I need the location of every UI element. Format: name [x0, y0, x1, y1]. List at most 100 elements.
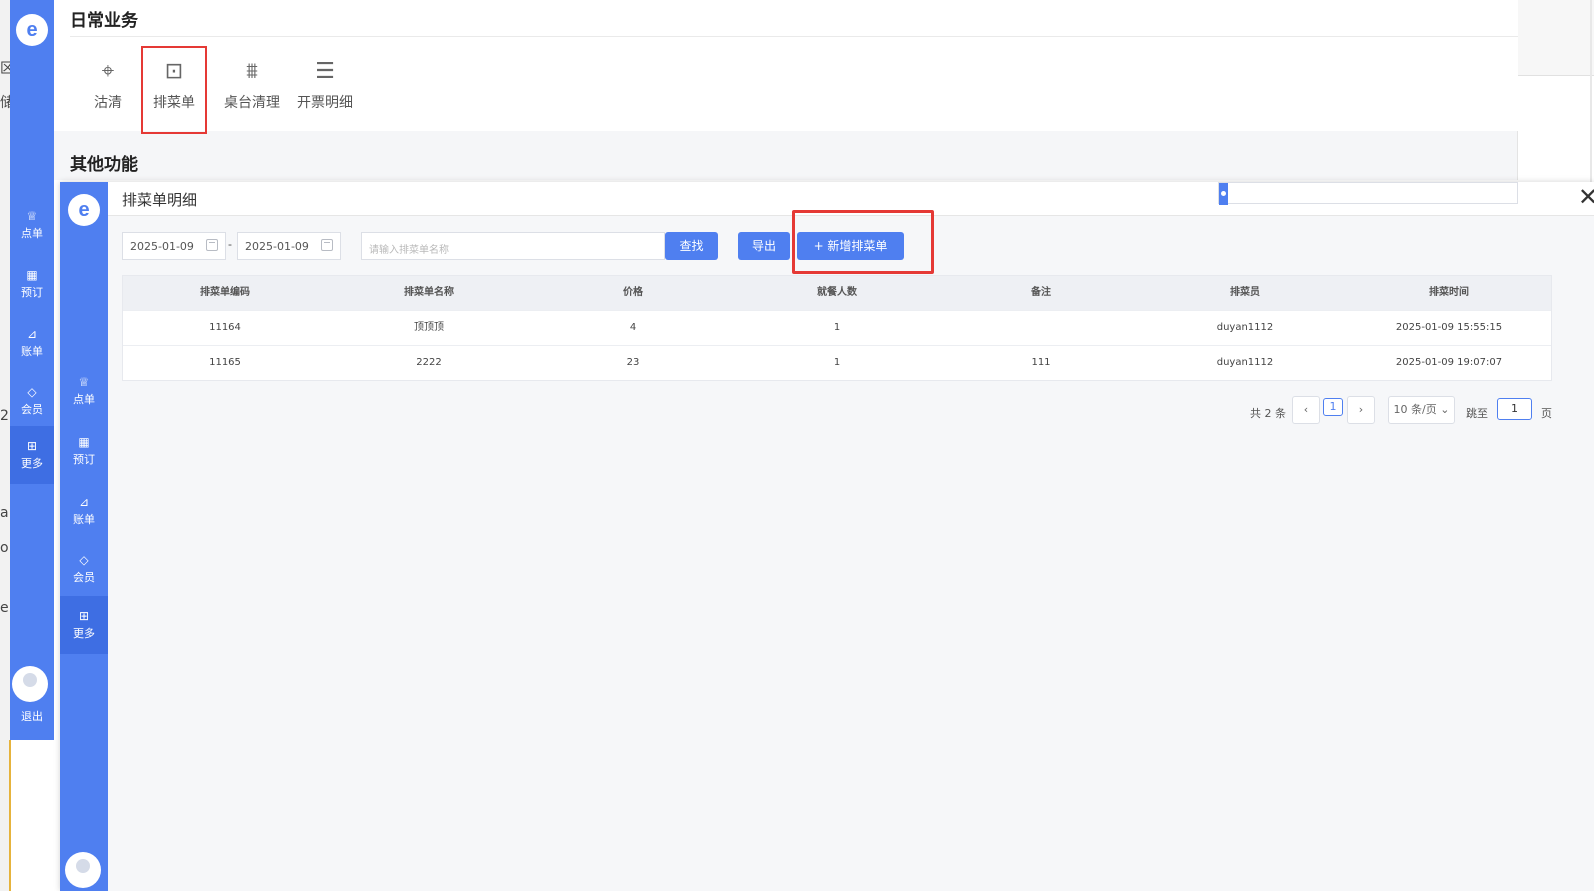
biz-item-table-cleanup[interactable]: ⩩ 桌台清理: [217, 52, 287, 132]
avatar[interactable]: [65, 852, 101, 888]
modal-sidebar: e ♕ 点单 ▦ 预订 ⊿ 账单 ◇ 会员 ⊞ 更多: [60, 182, 108, 891]
column-header[interactable]: 排菜单名称: [327, 276, 531, 310]
table-cell: 23: [626, 357, 640, 368]
table-cell: duyan1112: [1216, 357, 1274, 368]
start-date-picker[interactable]: 2025-01-09: [122, 232, 226, 260]
nav-item-order[interactable]: ♕ 点单: [10, 196, 54, 254]
table-cell: 1: [833, 322, 841, 333]
nav-item-booking[interactable]: ▦ 预订: [60, 422, 108, 480]
end-date-value: 2025-01-09: [245, 240, 309, 253]
nav-label: 会员: [73, 571, 95, 584]
nav-item-members[interactable]: ◇ 会员: [10, 372, 54, 430]
nav-item-more[interactable]: ⊞ 更多: [60, 596, 108, 654]
app-logo: e: [68, 194, 100, 226]
column-header[interactable]: 排菜员: [1143, 276, 1347, 310]
search-button[interactable]: 查找: [665, 232, 718, 260]
background-text: e: [0, 600, 9, 616]
next-page-button[interactable]: ›: [1347, 396, 1375, 424]
divider: [9, 740, 11, 891]
nav-label: 点单: [21, 227, 43, 240]
nav-item-bills[interactable]: ⊿ 账单: [60, 482, 108, 540]
table-row[interactable]: 11165 2222 23 1 111 duyan1112 2025-01-09…: [123, 345, 1551, 380]
background-text: 2: [0, 408, 9, 424]
receipt-icon: ☰: [315, 58, 335, 83]
menu-schedule-table: 排菜单编码 排菜单名称 价格 就餐人数 备注 排菜员 排菜时间 11164 顶顶…: [122, 275, 1552, 381]
logout-button[interactable]: 退出: [10, 708, 54, 724]
column-header[interactable]: 排菜时间: [1347, 276, 1551, 310]
column-header[interactable]: 排菜单编码: [123, 276, 327, 310]
chart-icon: ⊿: [26, 327, 38, 341]
page-size-select[interactable]: 10 条/页 ⌄: [1388, 396, 1455, 424]
table-header: 排菜单编码 排菜单名称 价格 就餐人数 备注 排菜员 排菜时间: [123, 276, 1551, 310]
broom-icon: ⩩: [246, 58, 258, 83]
column-header[interactable]: 价格: [531, 276, 735, 310]
nav-item-order[interactable]: ♕ 点单: [60, 362, 108, 420]
nav-item-bills[interactable]: ⊿ 账单: [10, 314, 54, 372]
background-sidebar: e ♕ 点单 ▦ 预订 ⊿ 账单 ◇ 会员 ⊞ 更多 退出: [10, 0, 54, 740]
nav-item-more[interactable]: ⊞ 更多: [10, 426, 54, 484]
nav-item-booking[interactable]: ▦ 预订: [10, 255, 54, 313]
table-cell: duyan1112: [1216, 322, 1274, 333]
page-number-current[interactable]: 1: [1323, 398, 1343, 416]
header-input[interactable]: [1218, 182, 1518, 205]
table-cell: 顶顶顶: [414, 322, 444, 333]
table-cell: 11164: [209, 322, 241, 333]
diamond-icon: ◇: [79, 553, 89, 567]
calendar-icon: [321, 239, 333, 251]
close-icon[interactable]: ✕: [1574, 184, 1594, 212]
biz-item-invoice-detail[interactable]: ☰ 开票明细: [288, 52, 362, 132]
menu-schedule-detail-window: e ♕ 点单 ▦ 预订 ⊿ 账单 ◇ 会员 ⊞ 更多 排菜单明细 ✕ 2025-…: [60, 182, 1594, 891]
start-date-value: 2025-01-09: [130, 240, 194, 253]
pagination-total: 共 2 条: [1250, 407, 1286, 420]
nav-label: 账单: [73, 513, 95, 526]
nav-label: 更多: [21, 457, 43, 470]
grid-icon: ⊞: [26, 439, 38, 453]
biz-item-label: 开票明细: [297, 95, 353, 111]
menu-name-search-input[interactable]: 请输入排菜单名称: [361, 232, 665, 260]
background-text: o: [0, 540, 9, 556]
nav-label: 预订: [21, 286, 43, 299]
nav-label: 预订: [73, 453, 95, 466]
end-date-picker[interactable]: 2025-01-09: [237, 232, 341, 260]
export-button[interactable]: 导出: [738, 232, 790, 260]
highlight-box: [792, 210, 934, 274]
table-cell: [939, 311, 1143, 345]
column-header[interactable]: 备注: [939, 276, 1143, 310]
booking-icon: ▦: [78, 435, 90, 449]
chef-hat-icon: ♕: [26, 209, 38, 223]
column-header[interactable]: 就餐人数: [735, 276, 939, 310]
background-text: a: [0, 505, 9, 521]
calendar-icon: [206, 239, 218, 251]
jump-label: 跳至: [1466, 407, 1488, 420]
divider: [70, 36, 1518, 37]
page-suffix: 页: [1541, 407, 1552, 420]
menu-box-icon: ⊡: [164, 58, 184, 83]
chart-icon: ⊿: [78, 495, 90, 509]
biz-item-soldout[interactable]: ⌖ 沽清: [76, 52, 140, 132]
background-left-strip: [0, 0, 11, 891]
table-cell: 2222: [416, 357, 442, 368]
nav-label: 更多: [73, 627, 95, 640]
prev-page-button[interactable]: ‹: [1292, 396, 1320, 424]
table-cell: 1: [833, 357, 841, 368]
date-range-separator: -: [228, 237, 232, 251]
section-title-other: 其他功能: [70, 155, 138, 175]
drag-handle[interactable]: [1219, 183, 1228, 205]
table-cell: 2025-01-09 19:07:07: [1395, 357, 1503, 368]
jump-page-input[interactable]: 1: [1497, 398, 1532, 420]
nav-label: 会员: [21, 403, 43, 416]
biz-item-label: 沽清: [94, 95, 122, 111]
app-logo: e: [16, 14, 48, 46]
nav-item-members[interactable]: ◇ 会员: [60, 540, 108, 598]
avatar[interactable]: [12, 666, 48, 702]
background-right-panel: [1518, 0, 1594, 76]
modal-title: 排菜单明细: [122, 191, 198, 209]
table-cell: 2025-01-09 15:55:15: [1395, 322, 1503, 333]
table-row[interactable]: 11164 顶顶顶 4 1 duyan1112 2025-01-09 15:55…: [123, 310, 1551, 345]
tag-icon: ⌖: [101, 58, 115, 83]
chef-hat-icon: ♕: [78, 375, 90, 389]
nav-label: 点单: [73, 393, 95, 406]
biz-item-label: 桌台清理: [224, 95, 280, 111]
diamond-icon: ◇: [27, 385, 37, 399]
biz-item-menu-schedule[interactable]: ⊡ 排菜单: [141, 46, 207, 134]
